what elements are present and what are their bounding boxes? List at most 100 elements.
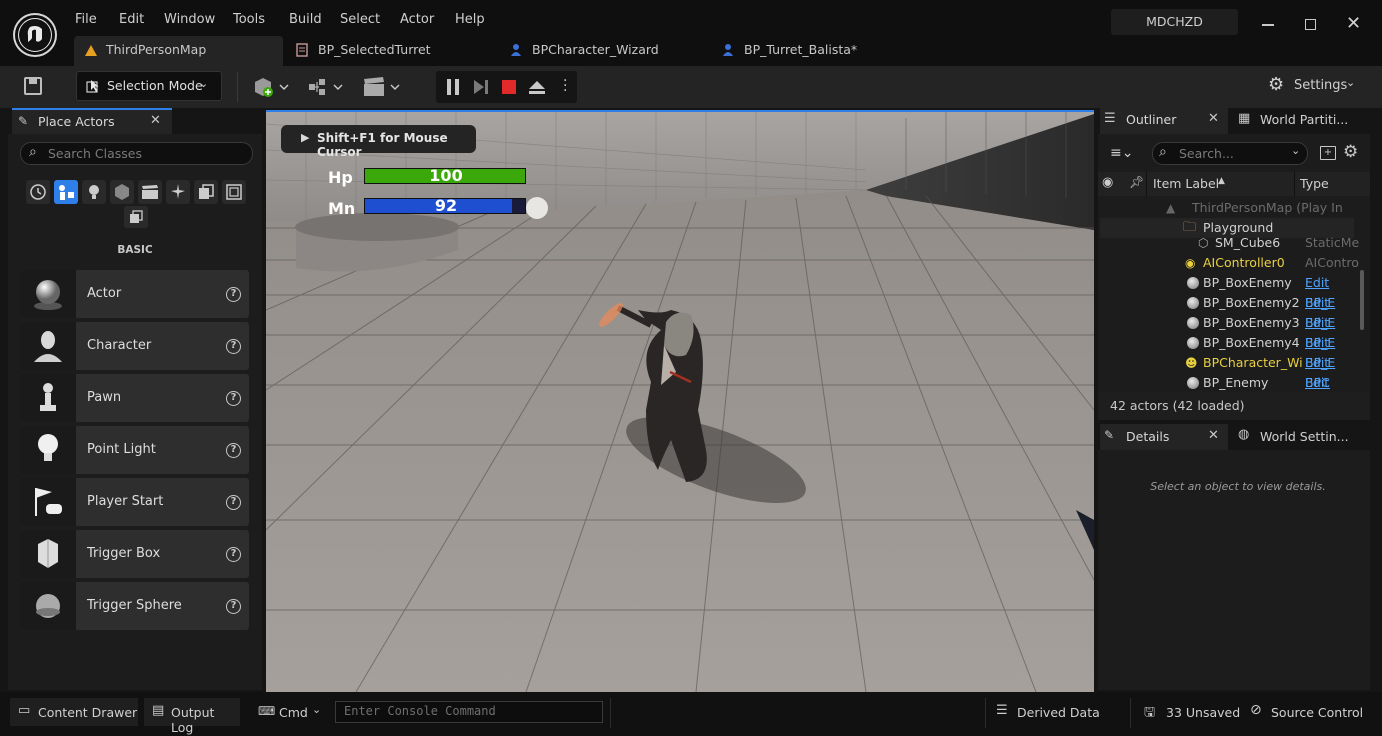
menu-edit[interactable]: Edit — [119, 10, 144, 30]
save-icon[interactable] — [24, 77, 42, 95]
search-placeholder: Search... — [1179, 146, 1234, 161]
basic-category-icon[interactable] — [54, 180, 78, 204]
outliner-row[interactable]: ◉ AIController0 AIContro — [1100, 253, 1359, 273]
place-actor-pawn[interactable]: Pawn? — [20, 374, 249, 422]
help-icon[interactable]: ? — [226, 443, 241, 458]
outliner-row[interactable]: BP_BoxEnemy Edit BP_E — [1100, 273, 1354, 310]
add-folder-icon[interactable]: + — [1320, 146, 1336, 160]
place-actors-tab[interactable]: ✎ Place Actors ✕ — [12, 108, 172, 134]
tab-bpcharacter-wizard[interactable]: BPCharacter_Wizard — [500, 36, 708, 66]
pause-button[interactable] — [447, 79, 461, 95]
close-tab-icon[interactable]: ✕ — [1208, 428, 1219, 443]
menu-tools[interactable]: Tools — [233, 10, 265, 30]
actor-icon — [1187, 317, 1199, 329]
details-tab[interactable]: ✎ Details ✕ — [1100, 424, 1228, 450]
category-label: BASIC — [117, 244, 153, 256]
console-command-input[interactable]: Enter Console Command — [335, 701, 603, 723]
menu-actor[interactable]: Actor — [400, 10, 434, 30]
lights-category-icon[interactable] — [82, 180, 106, 204]
type-column[interactable]: Type — [1300, 176, 1329, 191]
cinematics-button[interactable] — [362, 75, 402, 99]
output-log-button[interactable]: ▤ Output Log — [144, 698, 240, 735]
outliner-row[interactable]: ⬡ SM_Cube6 StaticMe — [1100, 233, 1359, 253]
place-actor-character[interactable]: Character? — [20, 322, 249, 370]
restore-button[interactable] — [1305, 19, 1316, 30]
tab-thirdpersonmap[interactable]: ThirdPersonMap — [74, 36, 283, 66]
close-tab-icon[interactable]: ✕ — [150, 113, 161, 128]
place-actor-label: Pawn — [87, 390, 122, 405]
help-icon[interactable]: ? — [226, 287, 241, 302]
actor-icon — [1187, 297, 1199, 309]
gear-icon[interactable]: ⚙ — [1343, 142, 1358, 162]
place-actor-point-light[interactable]: Point Light? — [20, 426, 249, 474]
volumes-category-icon[interactable] — [194, 180, 218, 204]
help-icon[interactable]: ? — [226, 495, 241, 510]
help-icon[interactable]: ? — [226, 339, 241, 354]
unreal-logo-icon[interactable] — [15, 15, 55, 55]
blueprint-menu-button[interactable] — [307, 75, 345, 99]
outliner-search-input[interactable]: ⌕ Search... ⌄ — [1152, 142, 1308, 165]
close-button[interactable]: ✕ — [1346, 15, 1361, 33]
help-icon[interactable]: ? — [226, 599, 241, 614]
place-actor-trigger-sphere[interactable]: Trigger Sphere? — [20, 582, 249, 630]
outliner-row[interactable]: BP_BoxEnemy2 Edit BP_E — [1100, 293, 1354, 330]
terminal-icon: ⌨ — [258, 704, 276, 718]
level-viewport[interactable]: ▶ Shift+F1 for Mouse Cursor Hp 100 Mn 92 — [266, 110, 1094, 692]
menu-file[interactable]: File — [75, 10, 97, 30]
pin-icon[interactable]: 📌︎ — [1129, 175, 1144, 189]
outliner-row[interactable]: BP_BoxEnemy4 Edit BP_E — [1100, 333, 1354, 370]
menu-build[interactable]: Build — [289, 10, 322, 30]
filter-button[interactable]: ≡⌄ — [1110, 146, 1142, 160]
menu-help[interactable]: Help — [455, 10, 485, 30]
search-classes-input[interactable]: ⌕ Search Classes — [20, 142, 253, 165]
outliner-tab[interactable]: ☰ Outliner ✕ — [1100, 108, 1228, 134]
stop-button[interactable] — [502, 80, 516, 94]
settings-button[interactable]: ⚙ Settings ⌄ — [1268, 74, 1358, 98]
outliner-row[interactable]: BP_BoxEnemy3 Edit BP_E — [1100, 313, 1354, 350]
visibility-icon[interactable]: ◉ — [1102, 175, 1113, 190]
place-actor-trigger-box[interactable]: Trigger Box? — [20, 530, 249, 578]
cinematic-category-icon[interactable] — [138, 180, 162, 204]
outliner-row[interactable]: ▲ThirdPersonMap (Play In Edi — [1100, 198, 1354, 235]
add-actor-button[interactable] — [253, 75, 291, 99]
skip-frame-button[interactable] — [472, 79, 490, 95]
place-actor-actor[interactable]: Actor? — [20, 270, 249, 318]
unsaved-button[interactable]: 🖫︎ 33 Unsaved — [1144, 698, 1242, 726]
recent-category-icon[interactable] — [26, 180, 50, 204]
content-drawer-button[interactable]: ▭ Content Drawer — [10, 698, 138, 726]
selection-mode-label: Selection Mode — [107, 78, 203, 93]
more-options-icon[interactable]: · · · — [563, 74, 567, 98]
minimize-button[interactable] — [1262, 24, 1274, 26]
help-icon[interactable]: ? — [226, 547, 241, 562]
menu-select[interactable]: Select — [340, 10, 380, 30]
world-partition-tab[interactable]: ▦ World Partiti... — [1232, 108, 1370, 134]
item-label-column[interactable]: Item Label — [1153, 176, 1219, 191]
mn-value: 92 — [434, 196, 458, 215]
all-classes-category-icon[interactable] — [222, 180, 246, 204]
trigger-box-icon — [20, 530, 76, 578]
derived-data-button[interactable]: ☰ Derived Data — [996, 698, 1116, 726]
visual-effects-category-icon[interactable] — [166, 180, 190, 204]
other-category-icon[interactable] — [124, 206, 148, 228]
outliner-columns: ◉ 📌︎ Item Label ▲ Type — [1098, 172, 1370, 196]
source-control-button[interactable]: ⊘ Source Control — [1250, 698, 1370, 726]
character-icon — [20, 322, 76, 370]
shapes-category-icon[interactable] — [110, 180, 134, 204]
outliner-row-type: StaticMe — [1305, 235, 1360, 250]
tab-bp-turret-balista[interactable]: BP_Turret_Balista* — [712, 36, 912, 66]
outliner-row[interactable]: ☻ BPCharacter_Wi Edit BPC — [1100, 353, 1354, 390]
selection-mode-dropdown[interactable]: Selection Mode ⌄ — [76, 71, 222, 101]
place-actors-title: Place Actors — [38, 114, 115, 129]
hint-text: Shift+F1 for Mouse Cursor — [317, 131, 448, 159]
eject-button[interactable] — [528, 79, 546, 95]
help-icon[interactable]: ? — [226, 391, 241, 406]
place-actor-player-start[interactable]: Player Start? — [20, 478, 249, 526]
tab-bp-selectedturret[interactable]: BP_SelectedTurret — [286, 36, 492, 66]
cmd-dropdown[interactable]: ⌨ Cmd ⌄ — [252, 698, 328, 726]
place-actor-label: Trigger Sphere — [87, 598, 182, 613]
sphere-actor-icon — [20, 270, 76, 318]
menu-window[interactable]: Window — [164, 10, 215, 30]
world-settings-tab[interactable]: ◍ World Settin... — [1232, 424, 1370, 450]
outliner-row[interactable]: BP_EnemyEdit BP_E — [1100, 373, 1354, 392]
close-tab-icon[interactable]: ✕ — [1208, 111, 1219, 126]
